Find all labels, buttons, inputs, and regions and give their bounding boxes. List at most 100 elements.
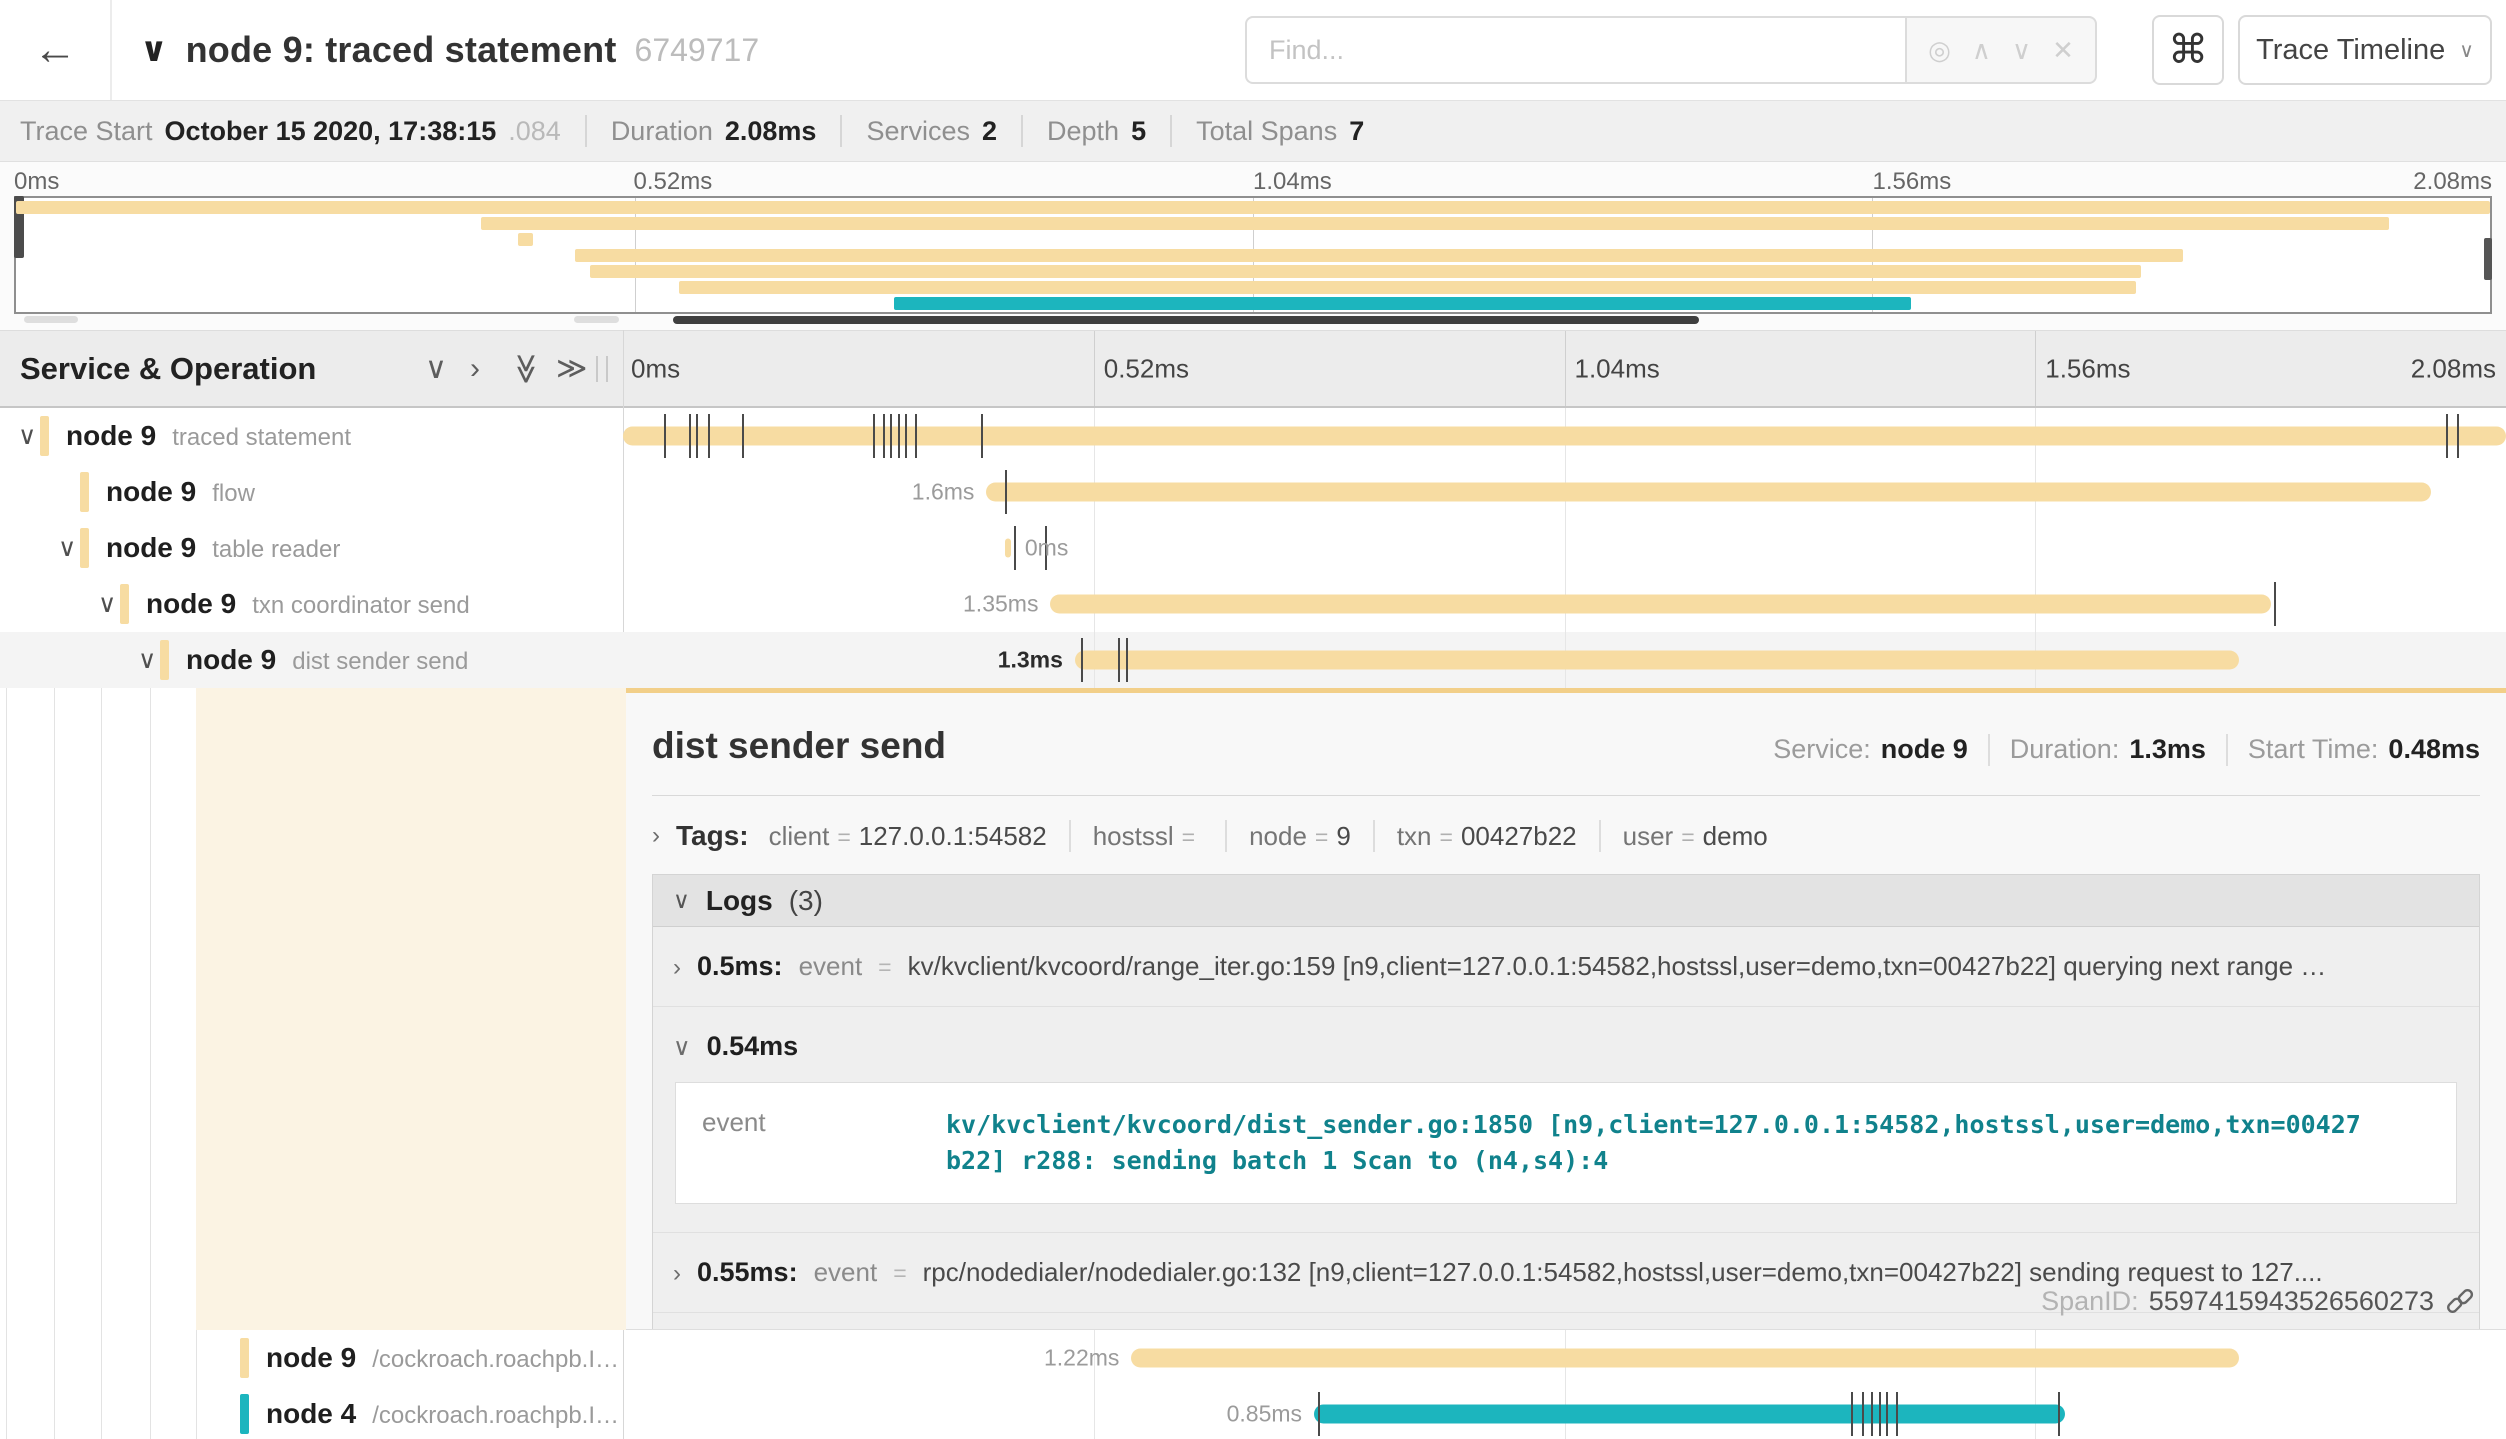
expand-one-icon[interactable]: › [470,354,480,384]
span-service-name: node 9 [186,644,276,675]
log-field-value: kv/kvclient/kvcoord/dist_sender.go:1850 … [946,1107,2366,1179]
find-input[interactable] [1245,16,1905,84]
tag-key: hostssl [1093,821,1174,852]
span-row[interactable]: node 9flow1.6ms [0,464,2506,520]
service-operation-header: Service & Operation [20,351,316,387]
tag-equals: = [1440,824,1453,851]
span-collapse-chevron-icon[interactable]: ∨ [18,421,36,451]
span-timeline-cell[interactable] [623,408,2506,464]
collapse-all-icon[interactable]: ≫ [511,353,541,384]
span-collapse-chevron-icon[interactable]: ∨ [58,533,76,563]
stat-label: Start Time: [2248,734,2379,765]
span-tree-item[interactable]: ∨node 9traced statement [0,408,623,464]
span-row[interactable]: node 9/cockroach.roachpb.I…1.22ms [0,1330,2506,1386]
trace-info-value: 2.08ms [725,116,817,147]
span-id-value: 5597415943526560273 [2149,1286,2434,1317]
span-timeline-cell[interactable]: 1.35ms [623,576,2506,632]
span-operation-name: txn coordinator send [252,592,469,619]
span-name-group: node 9flow [106,476,619,508]
minimap-scroll-thumb[interactable] [673,316,1699,324]
span-timeline-cell[interactable]: 1.3ms [623,632,2506,688]
span-row[interactable]: ∨node 9dist sender send1.3ms [0,632,2506,688]
span-tree-item[interactable]: ∨node 9dist sender send [0,632,623,688]
row-gridline [2035,520,2036,576]
logs-header[interactable]: ∨ Logs (3) [653,875,2479,927]
log-entry-header[interactable]: ›0.5ms:event=kv/kvclient/kvcoord/range_i… [673,951,2459,982]
span-tree-item[interactable]: node 4/cockroach.roachpb.I… [0,1386,623,1439]
span-tree-item[interactable]: ∨ node 9table reader [0,520,623,576]
span-collapse-chevron-icon[interactable]: ∨ [98,589,116,619]
column-resize-handle[interactable] [596,356,608,382]
span-bar[interactable] [1050,595,2270,614]
prev-match-icon[interactable]: ∧ [1972,35,1991,66]
tag-separator [1373,820,1375,852]
tags-row[interactable]: › Tags: client=127.0.0.1:54582hostssl=no… [652,820,2480,852]
span-timeline-cell[interactable]: 0.85ms [623,1386,2506,1439]
expand-all-icon[interactable]: ≫ [556,354,587,384]
tag-equals: = [1315,824,1328,851]
log-timestamp: 0.54ms [707,1031,799,1062]
stat-value: 1.3ms [2129,734,2206,765]
trace-info-item: Services2 [866,116,997,147]
log-marker-tick [1081,638,1083,682]
span-rows-bottom: node 9/cockroach.roachpb.I…1.22msnode 4/… [0,1330,2506,1439]
span-color-marker [160,640,169,680]
span-bar[interactable] [1005,539,1011,558]
logs-body: ›0.5ms:event=kv/kvclient/kvcoord/range_i… [653,927,2479,1313]
span-timeline-cell[interactable]: 1.6ms [623,464,2506,520]
target-icon[interactable]: ◎ [1928,35,1951,66]
span-bar[interactable] [1314,1405,2065,1424]
span-detail-title: dist sender send [652,725,946,767]
axis-tick-label: 0.52ms [1104,353,1189,384]
next-match-icon[interactable]: ∨ [2012,35,2031,66]
trace-info-value: 5 [1131,116,1146,147]
span-timeline-cell[interactable]: 1.22ms [623,1330,2506,1386]
stat-separator [1988,734,1990,766]
span-color-marker [240,1394,249,1434]
log-marker-tick [1318,1392,1320,1436]
minimap-scrollbar[interactable] [14,316,2492,324]
chevron-right-icon: › [652,822,660,850]
log-marker-tick [1862,1392,1864,1436]
span-bar[interactable] [986,483,2430,502]
log-marker-tick [2058,1392,2060,1436]
span-row[interactable]: ∨node 9traced statement [0,408,2506,464]
view-dropdown-label: Trace Timeline [2256,34,2445,67]
span-duration-label: 1.35ms [963,591,1038,618]
minimap-span-bar [16,201,2490,214]
span-collapse-chevron-icon[interactable]: ∨ [138,645,156,675]
span-timeline-cell[interactable]: 0ms [623,520,2506,576]
span-bar[interactable] [1075,651,2239,670]
view-dropdown-button[interactable]: Trace Timeline ∨ [2238,15,2492,85]
tag-separator [1225,820,1227,852]
span-row[interactable]: node 4/cockroach.roachpb.I…0.85ms [0,1386,2506,1439]
span-tree-item[interactable]: node 9flow [0,464,623,520]
collapse-one-icon[interactable]: ∨ [425,354,447,384]
log-marker-tick [664,414,666,458]
minimap-canvas[interactable] [14,196,2492,314]
log-entry-header[interactable]: ∨0.54ms [673,1031,2459,1062]
minimap-right-drag-handle[interactable] [2484,238,2492,280]
span-duration-label: 1.3ms [998,647,1063,674]
span-row[interactable]: ∨ node 9table reader0ms [0,520,2506,576]
log-timestamp: 0.55ms: [697,1257,798,1288]
link-icon[interactable] [2444,1285,2476,1317]
log-field-key: event [799,951,863,982]
span-row[interactable]: ∨node 9txn coordinator send 1.35ms [0,576,2506,632]
log-marker-tick [890,414,892,458]
span-tree-item[interactable]: ∨node 9txn coordinator send [0,576,623,632]
axis-tick-label: 0ms [631,353,680,384]
axis-gridline [2035,331,2036,406]
log-entry-header[interactable]: ›0.55ms:event=rpc/nodedialer/nodedialer.… [673,1257,2459,1288]
back-button[interactable]: ← [0,0,112,100]
clear-find-icon[interactable]: ✕ [2052,35,2074,66]
span-bar[interactable] [1131,1349,2238,1368]
keyboard-shortcuts-button[interactable]: ⌘ [2152,15,2224,85]
span-color-marker [40,416,49,456]
collapse-trace-chevron-icon[interactable]: ∨ [140,30,168,70]
span-name-group: node 9table reader [106,532,619,564]
span-tree-item[interactable]: node 9/cockroach.roachpb.I… [0,1330,623,1386]
log-marker-tick [708,414,710,458]
trace-id-short: 6749717 [635,32,760,69]
tag-key: txn [1397,821,1432,852]
